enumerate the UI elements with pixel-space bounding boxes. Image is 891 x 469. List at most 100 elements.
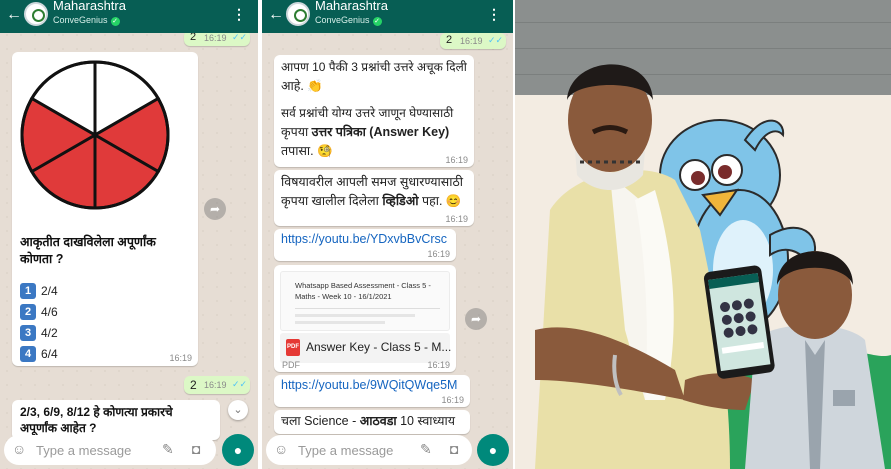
chat-header: ← Maharashtra ConveGenius ✓ ⋮: [0, 0, 258, 33]
forward-icon[interactable]: ➦: [204, 198, 226, 220]
reply-text: 2: [446, 34, 453, 46]
next-message-text: चला Science - आठवडा 10 स्वाध्याय: [281, 412, 455, 431]
back-arrow-icon[interactable]: ←: [6, 6, 22, 24]
message-time: 16:19: [169, 353, 192, 363]
message-time: 16:19: [427, 249, 450, 259]
contact-subtitle: ConveGenius ✓: [53, 15, 120, 26]
message-time: 16:19: [204, 380, 227, 390]
text-span: 10 स्वाध्याय: [396, 414, 455, 428]
option-text: 4/2: [41, 325, 58, 340]
message-line: आपण 10 पैकी 3 प्रश्नांची उत्तरे अचूक दिल…: [281, 60, 467, 74]
score-message-bubble: आपण 10 पैकी 3 प्रश्नांची उत्तरे अचूक दिल…: [274, 55, 474, 167]
text-span: कृपया: [281, 125, 312, 139]
contact-avatar[interactable]: [24, 2, 48, 26]
message-time: 16:19: [445, 214, 468, 224]
read-ticks-icon: ✓✓: [488, 35, 504, 45]
message-line: कृपया खालील दिलेला व्हिडिओ पहा. 😊: [281, 192, 471, 211]
preview-text-line: [295, 321, 385, 324]
text-span: कृपया खालील दिलेला: [281, 194, 383, 208]
reply-bubble: 2 16:19 ✓✓: [184, 376, 250, 394]
question-bubble: आकृतीत दाखविलेला अपूर्णांक कोणता ? 1 2/4 …: [12, 52, 198, 366]
message-input-bar[interactable]: ☺ Type a message ✎ ◘: [266, 435, 472, 465]
preview-text-line: [295, 314, 415, 317]
keycap-2-icon: 2: [20, 303, 36, 320]
video-message-text: विषयावरील आपली समज सुधारण्यासाठी कृपया ख…: [281, 173, 471, 211]
message-line: आहे. 👏: [281, 79, 323, 93]
document-preview-title: Whatsapp Based Assessment - Class 5 - Ma…: [295, 281, 431, 301]
text-span: चला Science -: [281, 414, 360, 428]
photo-scene: [535, 64, 891, 469]
next-message-bubble: चला Science - आठवडा 10 स्वाध्याय: [274, 410, 470, 434]
camera-icon[interactable]: ◘: [192, 441, 200, 457]
mic-button[interactable]: ●: [477, 434, 509, 466]
option-3: 3 4/2: [20, 322, 58, 343]
document-bubble[interactable]: Whatsapp Based Assessment - Class 5 - Ma…: [274, 265, 456, 372]
read-ticks-icon: ✓✓: [232, 32, 248, 42]
chat-header: ← Maharashtra ConveGenius ✓ ⋮: [262, 0, 513, 33]
next-question-bubble: 2/3, 6/9, 8/12 हे कोणत्या प्रकारचे अपूर्…: [12, 400, 220, 440]
contact-name[interactable]: Maharashtra: [315, 0, 388, 13]
message-input-bar[interactable]: ☺ Type a message ✎ ◘: [4, 435, 216, 465]
reply-text: 2: [190, 378, 197, 392]
text-span: पहा. 😊: [418, 194, 462, 208]
contact-avatar[interactable]: [286, 2, 310, 26]
read-ticks-icon: ✓✓: [232, 379, 248, 389]
chat-background: ← Maharashtra ConveGenius ✓ ⋮ 2 16:19 ✓✓ …: [262, 0, 513, 469]
document-preview[interactable]: Whatsapp Based Assessment - Class 5 - Ma…: [280, 271, 450, 331]
message-time: 16:19: [445, 155, 468, 165]
previous-reply-bubble: 2 16:19 ✓✓: [440, 33, 506, 49]
question-text: आकृतीत दाखविलेला अपूर्णांक कोणता ?: [20, 235, 156, 266]
document-name[interactable]: Answer Key - Class 5 - M...: [306, 340, 451, 354]
attach-icon[interactable]: ✎: [420, 441, 432, 458]
link-bubble-2: https://youtu.be/9WQitQWqe5M 16:19: [274, 375, 470, 407]
message-line: सर्व प्रश्नांची योग्य उत्तरे जाणून घेण्य…: [281, 106, 454, 120]
option-text: 6/4: [41, 346, 58, 361]
score-message-text: आपण 10 पैकी 3 प्रश्नांची उत्तरे अचूक दिल…: [281, 58, 471, 161]
message-line: कृपया उत्तर पत्रिका (Answer Key): [281, 123, 471, 142]
mic-button[interactable]: ●: [222, 434, 254, 466]
message-line: तपासा. 🧐: [281, 144, 333, 158]
keycap-3-icon: 3: [20, 324, 36, 341]
option-2: 2 4/6: [20, 301, 58, 322]
contact-name[interactable]: Maharashtra: [53, 0, 126, 13]
pdf-icon: PDF: [286, 339, 300, 356]
chat-screenshot-results: ← Maharashtra ConveGenius ✓ ⋮ 2 16:19 ✓✓ …: [262, 0, 513, 469]
forward-icon[interactable]: ➦: [465, 308, 487, 330]
bold-answer-key-en: (Answer Key): [365, 125, 450, 139]
mic-icon: ●: [233, 442, 243, 458]
verified-icon: ✓: [372, 17, 382, 26]
more-options-icon[interactable]: ⋮: [232, 6, 246, 23]
bold-answer-key: उत्तर पत्रिका: [311, 125, 366, 139]
message-time: 16:19: [427, 360, 450, 370]
message-input[interactable]: Type a message: [298, 443, 393, 458]
chat-background: ← Maharashtra ConveGenius ✓ ⋮ 2 16:19 ✓✓ …: [0, 0, 258, 469]
link-bubble-1: https://youtu.be/YDxvbBvCrsc 16:19: [274, 229, 456, 261]
camera-icon[interactable]: ◘: [450, 441, 458, 457]
option-1: 1 2/4: [20, 280, 58, 301]
option-text: 2/4: [41, 283, 58, 298]
scroll-down-icon[interactable]: ⌄: [228, 400, 248, 420]
message-input[interactable]: Type a message: [36, 443, 131, 458]
next-question-line: 2/3, 6/9, 8/12 हे कोणत्या प्रकारचे: [20, 405, 173, 419]
photo-father-and-son-with-phone: [515, 0, 891, 469]
attach-icon[interactable]: ✎: [162, 441, 174, 458]
keycap-1-icon: 1: [20, 282, 36, 299]
photo: [515, 0, 891, 469]
document-footer[interactable]: PDF Answer Key - Class 5 - M...: [280, 333, 451, 363]
option-text: 4/6: [41, 304, 58, 319]
mic-icon: ●: [488, 442, 498, 458]
options-list: 1 2/4 2 4/6 3 4/2 4 6/4: [20, 280, 58, 364]
message-time: 16:19: [441, 395, 464, 405]
message-time: 16:19: [460, 36, 483, 46]
emoji-icon[interactable]: ☺: [274, 441, 288, 457]
message-time: 16:19: [204, 33, 227, 43]
message-line: विषयावरील आपली समज सुधारण्यासाठी: [281, 175, 463, 189]
youtube-link[interactable]: https://youtu.be/YDxvbBvCrsc: [281, 232, 447, 246]
emoji-icon[interactable]: ☺: [12, 441, 26, 457]
verified-icon: ✓: [110, 17, 120, 26]
youtube-link[interactable]: https://youtu.be/9WQitQWqe5M: [281, 378, 457, 392]
divider: [295, 308, 440, 309]
chat-screenshot-question: ← Maharashtra ConveGenius ✓ ⋮ 2 16:19 ✓✓ …: [0, 0, 258, 469]
back-arrow-icon[interactable]: ←: [268, 6, 284, 24]
more-options-icon[interactable]: ⋮: [487, 6, 501, 23]
